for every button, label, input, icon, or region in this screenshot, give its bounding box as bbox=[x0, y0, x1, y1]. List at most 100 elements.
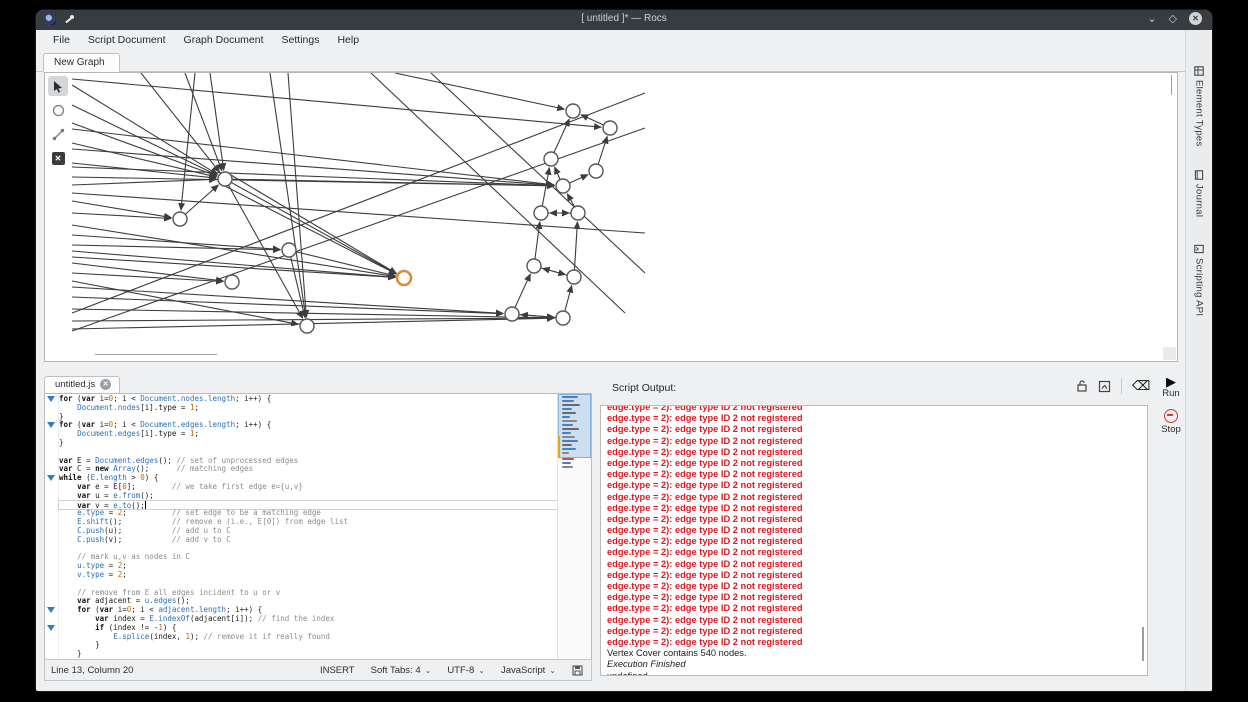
graph-edge[interactable] bbox=[72, 179, 216, 185]
lock-output-icon[interactable] bbox=[1076, 379, 1088, 393]
graph-node[interactable] bbox=[544, 152, 558, 166]
script-editor[interactable]: for (var i=0; i < Document.nodes.length;… bbox=[44, 393, 592, 661]
code-line[interactable]: } bbox=[59, 650, 557, 659]
graph-node[interactable] bbox=[556, 311, 570, 325]
graph-node[interactable] bbox=[225, 275, 239, 289]
graph-edge[interactable] bbox=[72, 201, 171, 218]
fold-arrow-icon[interactable] bbox=[47, 396, 55, 402]
delete-tool[interactable]: ✕ bbox=[48, 148, 68, 168]
graph-drawing[interactable] bbox=[45, 73, 1177, 361]
graph-edge[interactable] bbox=[72, 309, 554, 318]
tab-untitled-js[interactable]: untitled.js ✕ bbox=[44, 376, 120, 393]
graph-edge[interactable] bbox=[210, 73, 224, 170]
code-line[interactable]: u.type = 2; bbox=[59, 562, 557, 571]
close-icon[interactable]: ✕ bbox=[1189, 12, 1202, 25]
graph-node[interactable] bbox=[567, 270, 581, 284]
menu-file[interactable]: File bbox=[44, 32, 79, 48]
graph-edge[interactable] bbox=[72, 263, 223, 281]
graph-node[interactable] bbox=[300, 319, 314, 333]
graph-edge[interactable] bbox=[72, 85, 217, 174]
dock-tab-scripting-api[interactable]: Scripting API bbox=[1186, 242, 1212, 316]
code-line[interactable]: E.splice(index, 1); // remove it if real… bbox=[59, 633, 557, 642]
dock-tab-element-types[interactable]: Element Types bbox=[1186, 64, 1212, 147]
encoding-dropdown[interactable]: UTF-8⌄ bbox=[447, 665, 485, 676]
script-output-console[interactable]: edge.type = 2): edge type ID 2 not regis… bbox=[600, 405, 1148, 676]
fold-arrow-icon[interactable] bbox=[47, 475, 55, 481]
code-line[interactable]: Document.nodes[i].type = 1; bbox=[59, 404, 557, 413]
tab-new-graph[interactable]: New Graph bbox=[43, 53, 120, 72]
graph-edge[interactable] bbox=[72, 213, 171, 219]
fold-arrow-icon[interactable] bbox=[47, 607, 55, 613]
graph-node[interactable] bbox=[603, 121, 617, 135]
graph-edge[interactable] bbox=[231, 175, 396, 273]
graph-node[interactable] bbox=[589, 164, 603, 178]
graph-edge[interactable] bbox=[72, 273, 223, 281]
graph-node[interactable] bbox=[527, 259, 541, 273]
graph-edge[interactable] bbox=[72, 149, 554, 185]
graph-node[interactable] bbox=[173, 212, 187, 226]
export-output-icon[interactable] bbox=[1098, 380, 1111, 393]
graph-node[interactable] bbox=[534, 206, 548, 220]
run-button[interactable]: ▶ Run bbox=[1154, 376, 1188, 399]
graph-edge[interactable] bbox=[574, 222, 577, 277]
add-edge-tool[interactable] bbox=[48, 124, 68, 144]
graph-edge[interactable] bbox=[72, 79, 601, 127]
graph-node[interactable] bbox=[566, 104, 580, 118]
close-tab-icon[interactable]: ✕ bbox=[100, 379, 111, 390]
add-node-tool[interactable] bbox=[48, 100, 68, 120]
code-line[interactable]: } bbox=[59, 439, 557, 448]
language-dropdown[interactable]: JavaScript⌄ bbox=[501, 665, 556, 676]
graph-edge[interactable] bbox=[72, 297, 503, 314]
code-line[interactable]: var u = e.from(); bbox=[59, 492, 557, 501]
stop-button[interactable]: Stop bbox=[1154, 409, 1188, 435]
code-line[interactable]: v.type = 2; bbox=[59, 571, 557, 580]
scripting-api-icon bbox=[1194, 244, 1204, 254]
canvas-vertical-scrollbar[interactable] bbox=[1171, 75, 1172, 95]
menu-settings[interactable]: Settings bbox=[273, 32, 329, 48]
code-line[interactable]: Document.edges[i].type = 1; bbox=[59, 430, 557, 439]
menu-script-document[interactable]: Script Document bbox=[79, 32, 175, 48]
graph-canvas[interactable]: ✕ bbox=[44, 72, 1178, 362]
fold-margin[interactable] bbox=[45, 394, 59, 660]
save-disk-icon[interactable] bbox=[572, 665, 583, 676]
graph-edge[interactable] bbox=[72, 93, 645, 313]
graph-node[interactable] bbox=[571, 206, 585, 220]
title-bar[interactable]: [ untitled ]* — Rocs ⌄ ◇ ✕ bbox=[36, 10, 1212, 30]
graph-edge[interactable] bbox=[72, 105, 217, 175]
insert-mode[interactable]: INSERT bbox=[320, 665, 355, 676]
menu-help[interactable]: Help bbox=[328, 32, 368, 48]
code-line[interactable]: // mark u,v as nodes in C bbox=[59, 553, 557, 562]
maximize-icon[interactable]: ◇ bbox=[1169, 12, 1177, 25]
graph-edge[interactable] bbox=[72, 163, 216, 178]
output-error-line: edge.type = 2): edge type ID 2 not regis… bbox=[607, 413, 1141, 424]
graph-edge[interactable] bbox=[225, 179, 554, 186]
graph-edge[interactable] bbox=[72, 281, 298, 324]
graph-node[interactable] bbox=[505, 307, 519, 321]
graph-edge[interactable] bbox=[72, 257, 395, 277]
output-scrollbar[interactable] bbox=[1142, 627, 1144, 661]
graph-edge[interactable] bbox=[395, 73, 564, 109]
output-error-line: edge.type = 2): edge type ID 2 not regis… bbox=[607, 514, 1141, 525]
graph-node-selected[interactable] bbox=[397, 271, 411, 285]
graph-edge[interactable] bbox=[288, 73, 306, 317]
right-dock-strip: Element Types Journal Scripting API bbox=[1185, 30, 1212, 691]
graph-node[interactable] bbox=[282, 243, 296, 257]
editor-minimap-scrollbar[interactable] bbox=[557, 394, 591, 660]
graph-edge[interactable] bbox=[270, 73, 306, 317]
clear-output-icon[interactable]: ⌫ bbox=[1132, 378, 1150, 394]
fold-arrow-icon[interactable] bbox=[47, 422, 55, 428]
code-line[interactable]: C.push(v); // add v to C bbox=[59, 536, 557, 545]
canvas-horizontal-scrollbar[interactable] bbox=[95, 354, 217, 355]
minimize-icon[interactable]: ⌄ bbox=[1147, 12, 1156, 25]
graph-edge[interactable] bbox=[225, 179, 396, 274]
graph-node[interactable] bbox=[218, 172, 232, 186]
dock-tab-journal[interactable]: Journal bbox=[1186, 168, 1212, 217]
code-line[interactable]: } bbox=[59, 641, 557, 650]
graph-node[interactable] bbox=[556, 179, 570, 193]
fold-arrow-icon[interactable] bbox=[47, 625, 55, 631]
soft-tabs-dropdown[interactable]: Soft Tabs: 4⌄ bbox=[371, 665, 432, 676]
select-tool[interactable] bbox=[48, 76, 68, 96]
rocs-window: [ untitled ]* — Rocs ⌄ ◇ ✕ File Script D… bbox=[36, 10, 1212, 691]
menu-graph-document[interactable]: Graph Document bbox=[175, 32, 273, 48]
graph-edge[interactable] bbox=[219, 183, 396, 274]
